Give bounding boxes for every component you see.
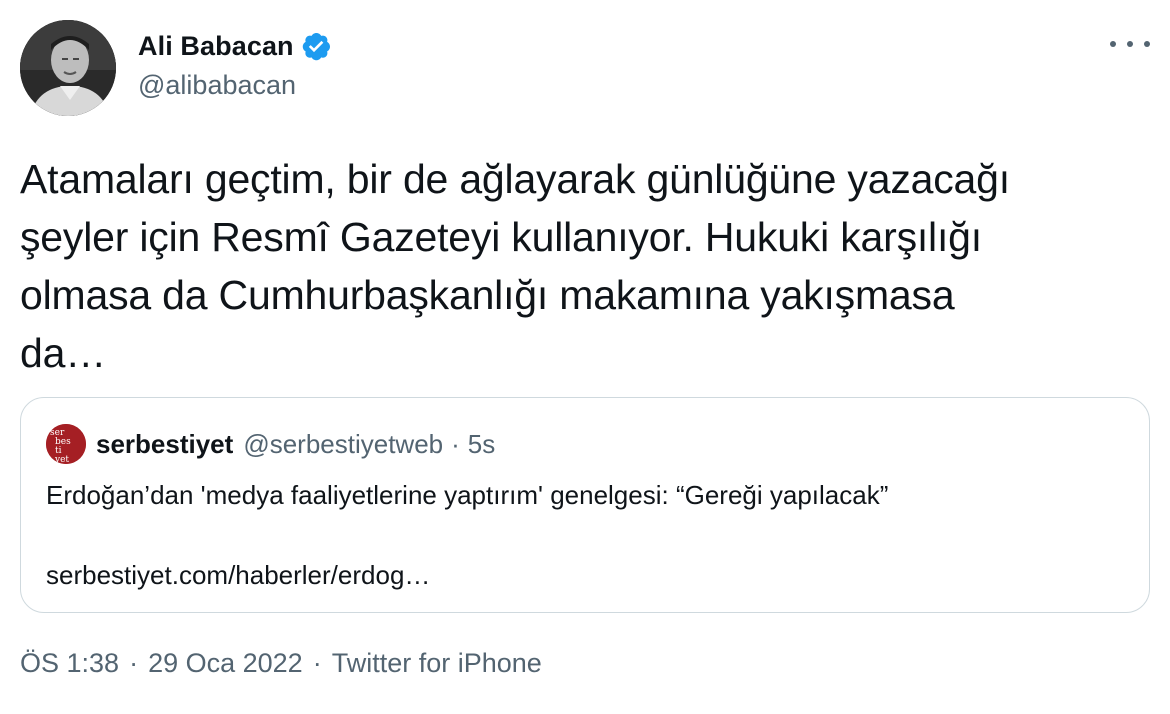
tweet-date[interactable]: 29 Oca 2022 (148, 648, 303, 679)
quote-header: ser bes ti yet serbestiyet @serbestiyetw… (46, 424, 495, 464)
display-name-row: Ali Babacan (138, 28, 332, 64)
quote-handle: @serbestiyetweb (243, 428, 444, 459)
tweet-header: Ali Babacan @alibabacan (20, 20, 1150, 116)
quote-text: Erdoğan’dan 'medya faaliyetlerine yaptır… (46, 480, 889, 510)
handle[interactable]: @alibabacan (138, 70, 332, 101)
quote-time[interactable]: 5s (468, 429, 495, 460)
quote-display-name: serbestiyet (96, 428, 234, 459)
avatar-photo-icon (20, 20, 116, 116)
quote-avatar: ser bes ti yet (46, 424, 86, 464)
more-icon[interactable] (1110, 32, 1150, 56)
footer-separator: · (312, 648, 322, 678)
display-name[interactable]: Ali Babacan (138, 31, 294, 62)
tweet: Ali Babacan @alibabacan Atamaları geçtim… (0, 0, 1170, 714)
quote-tweet-card[interactable]: ser bes ti yet serbestiyet @serbestiyetw… (20, 397, 1150, 613)
tweet-time[interactable]: ÖS 1:38 (20, 648, 119, 679)
quote-separator: · (451, 428, 460, 459)
tweet-footer: ÖS 1:38 · 29 Oca 2022 · Twitter for iPho… (20, 648, 542, 679)
svg-text:yet: yet (54, 455, 69, 464)
avatar[interactable] (20, 20, 116, 116)
footer-separator: · (129, 648, 139, 678)
quote-link: serbestiyet.com/haberler/erdog… (46, 560, 431, 590)
tweet-text: Atamaları geçtim, bir de ağlayarak günlü… (20, 156, 1010, 376)
more-dot (1110, 41, 1116, 47)
serbestiyet-logo-icon: ser bes ti yet (46, 424, 86, 464)
more-dot (1144, 41, 1150, 47)
tweet-source[interactable]: Twitter for iPhone (332, 648, 542, 679)
more-dot (1127, 41, 1133, 47)
author-block: Ali Babacan @alibabacan (138, 28, 332, 101)
verified-badge-icon (300, 30, 332, 62)
